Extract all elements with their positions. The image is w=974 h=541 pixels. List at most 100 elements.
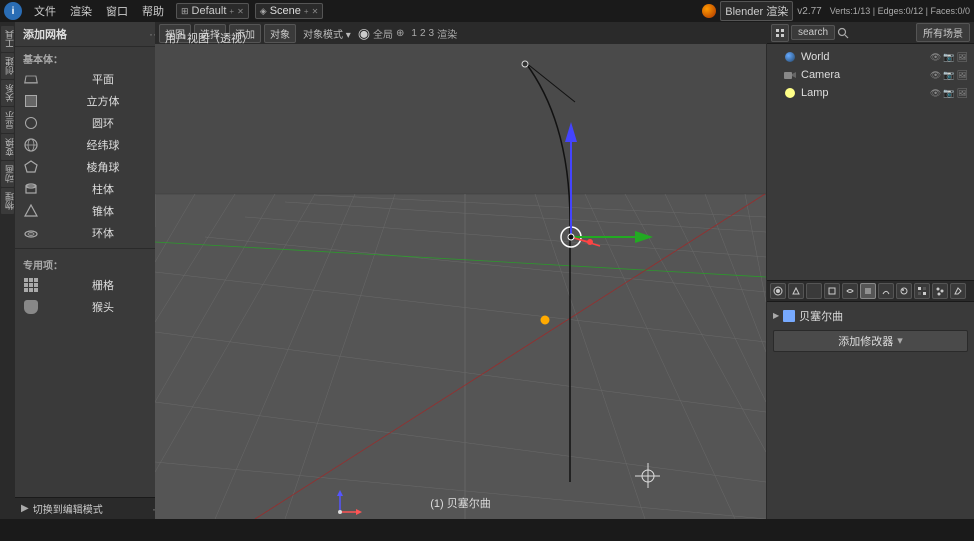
menu-help[interactable]: 帮助 (136, 1, 170, 21)
camera-camera-icon[interactable]: 📷 (943, 70, 954, 81)
prop-render-btn[interactable] (770, 283, 786, 299)
mesh-grid[interactable]: 栅格 (15, 274, 169, 296)
viewport-render[interactable]: 渲染 (437, 26, 457, 41)
prop-texture-btn[interactable] (914, 283, 930, 299)
right-search-btn[interactable]: search (791, 25, 835, 40)
section-triangle-icon: ▶ (773, 311, 779, 320)
mesh-monkey[interactable]: 猴头 (15, 296, 169, 318)
viewport[interactable]: 视图 选择 添加 对象 对象模式 ▾ ◉ 全局 ⊕ 1 2 3 渲染 (155, 22, 766, 519)
mesh-cone[interactable]: 锥体 (15, 200, 169, 222)
scene-close-icon[interactable]: ✕ (312, 7, 319, 16)
tab-animation[interactable]: 动画 (1, 161, 14, 187)
object-mode-selector[interactable]: 对象模式 ▾ (303, 26, 351, 41)
switch-mode-bar[interactable]: ▶ 切换到编辑模式 ··· (15, 497, 170, 519)
scene-icon: ◈ (260, 6, 267, 17)
torus-icon (23, 225, 39, 241)
grid-icon (23, 277, 39, 293)
viewport-layer-1[interactable]: 1 (411, 28, 417, 39)
viewport-layer-2[interactable]: 2 (420, 28, 426, 39)
scene-list: World 👁 📷 🖼 Camera 👁 📷 🖼 (767, 44, 974, 280)
lamp-camera-icon[interactable]: 📷 (943, 88, 954, 99)
tab-physics[interactable]: 物理 (1, 188, 14, 214)
tab-tools[interactable]: 工具 (1, 26, 14, 52)
prop-material-btn[interactable] (896, 283, 912, 299)
prop-data-btn[interactable] (878, 283, 894, 299)
blender-ball-icon (702, 4, 716, 18)
prop-object-name: 贝塞尔曲 (799, 308, 843, 324)
engine-selector: Blender 渲染 v2.77 Verts:1/13 | Edges:0/12… (702, 1, 970, 21)
tab-display[interactable]: 显示 (1, 107, 14, 133)
prop-constraints-btn[interactable] (842, 283, 858, 299)
switch-label: 切换到编辑模式 (33, 501, 103, 516)
camera-icon (783, 68, 797, 82)
workspace-selector[interactable]: ⊞ Default + ✕ (176, 3, 249, 19)
plus-icon[interactable]: + (229, 7, 234, 16)
scene-item-lamp[interactable]: Lamp 👁 📷 🖼 (767, 84, 974, 102)
prop-physics-btn[interactable] (950, 283, 966, 299)
mesh-torus[interactable]: 环体 (15, 222, 169, 244)
scene-item-world[interactable]: World 👁 📷 🖼 (767, 48, 974, 66)
torus-label: 环体 (45, 225, 161, 241)
scene-selector[interactable]: ◈ Scene + ✕ (255, 3, 324, 19)
mesh-cube[interactable]: 立方体 (15, 90, 169, 112)
prop-object-btn[interactable] (824, 283, 840, 299)
left-side-tabs: 工具 创建 关系 显示 变换 动画 物理 (0, 22, 15, 519)
viewport-layer-3[interactable]: 3 (429, 28, 435, 39)
stats-text: Verts:1/13 | Edges:0/12 | Faces:0/0 (830, 6, 970, 16)
mesh-uvsphere[interactable]: 经纬球 (15, 134, 169, 156)
lamp-item-icons: 👁 📷 🖼 (930, 88, 968, 99)
properties-content: ▶ 贝塞尔曲 添加修改器 ▾ (767, 302, 974, 541)
mesh-plane[interactable]: 平面 (15, 68, 169, 90)
viewport-pivot[interactable]: ⊕ (396, 28, 404, 39)
world-item-icons: 👁 📷 🖼 (930, 52, 968, 63)
tab-relations[interactable]: 关系 (1, 80, 14, 106)
status-bar (0, 519, 974, 541)
prop-scene-btn[interactable] (788, 283, 804, 299)
scene-filter-btn[interactable]: 所有场景 (916, 23, 970, 42)
world-hide-icon[interactable]: 👁 (930, 52, 941, 63)
camera-render-icon[interactable]: 🖼 (957, 70, 968, 81)
viewport-mode-solid[interactable]: ◉ (358, 25, 370, 42)
viewport-grid (155, 22, 766, 519)
monkey-label: 猴头 (45, 299, 161, 315)
viewport-shading-global[interactable]: 全局 (373, 26, 393, 41)
tab-transform[interactable]: 变换 (1, 134, 14, 160)
scene-item-camera[interactable]: Camera 👁 📷 🖼 (767, 66, 974, 84)
scene-label: Scene (270, 5, 301, 17)
bezier-curve-icon (783, 310, 795, 322)
lamp-icon (783, 86, 797, 100)
tab-create[interactable]: 创建 (1, 53, 14, 79)
viewport-label: 用户视图（透视） (165, 30, 253, 46)
menu-window[interactable]: 窗口 (100, 1, 134, 21)
cone-label: 锥体 (45, 203, 161, 219)
workspace-grid-icon: ⊞ (181, 6, 189, 17)
lamp-render-icon[interactable]: 🖼 (957, 88, 968, 99)
mesh-icosphere[interactable]: 棱角球 (15, 156, 169, 178)
lamp-hide-icon[interactable]: 👁 (930, 88, 941, 99)
cube-label: 立方体 (45, 93, 161, 109)
prop-particles-btn[interactable] (932, 283, 948, 299)
viewport-object-menu[interactable]: 对象 (264, 24, 296, 43)
camera-item-icons: 👁 📷 🖼 (930, 70, 968, 81)
search-icon (837, 27, 849, 39)
add-modifier-btn[interactable]: 添加修改器 ▾ (773, 330, 968, 352)
camera-hide-icon[interactable]: 👁 (930, 70, 941, 81)
scene-plus-icon[interactable]: + (304, 7, 309, 16)
world-render-icon[interactable]: 🖼 (957, 52, 968, 63)
prop-modifiers-btn active[interactable] (860, 283, 876, 299)
cube-icon (23, 93, 39, 109)
menu-render[interactable]: 渲染 (64, 1, 98, 21)
plane-label: 平面 (45, 71, 161, 87)
uvsphere-label: 经纬球 (45, 137, 161, 153)
engine-dropdown[interactable]: Blender 渲染 (720, 1, 793, 21)
properties-toolbar (767, 280, 974, 302)
close-icon[interactable]: ✕ (237, 7, 244, 16)
mesh-circle[interactable]: 圆环 (15, 112, 169, 134)
search-icon-container (837, 27, 849, 39)
menu-file[interactable]: 文件 (28, 1, 62, 21)
right-view-btn[interactable] (771, 24, 789, 42)
version-text: v2.77 (797, 6, 821, 17)
mesh-cylinder[interactable]: 柱体 (15, 178, 169, 200)
prop-world-btn[interactable] (806, 283, 822, 299)
world-camera-icon[interactable]: 📷 (943, 52, 954, 63)
